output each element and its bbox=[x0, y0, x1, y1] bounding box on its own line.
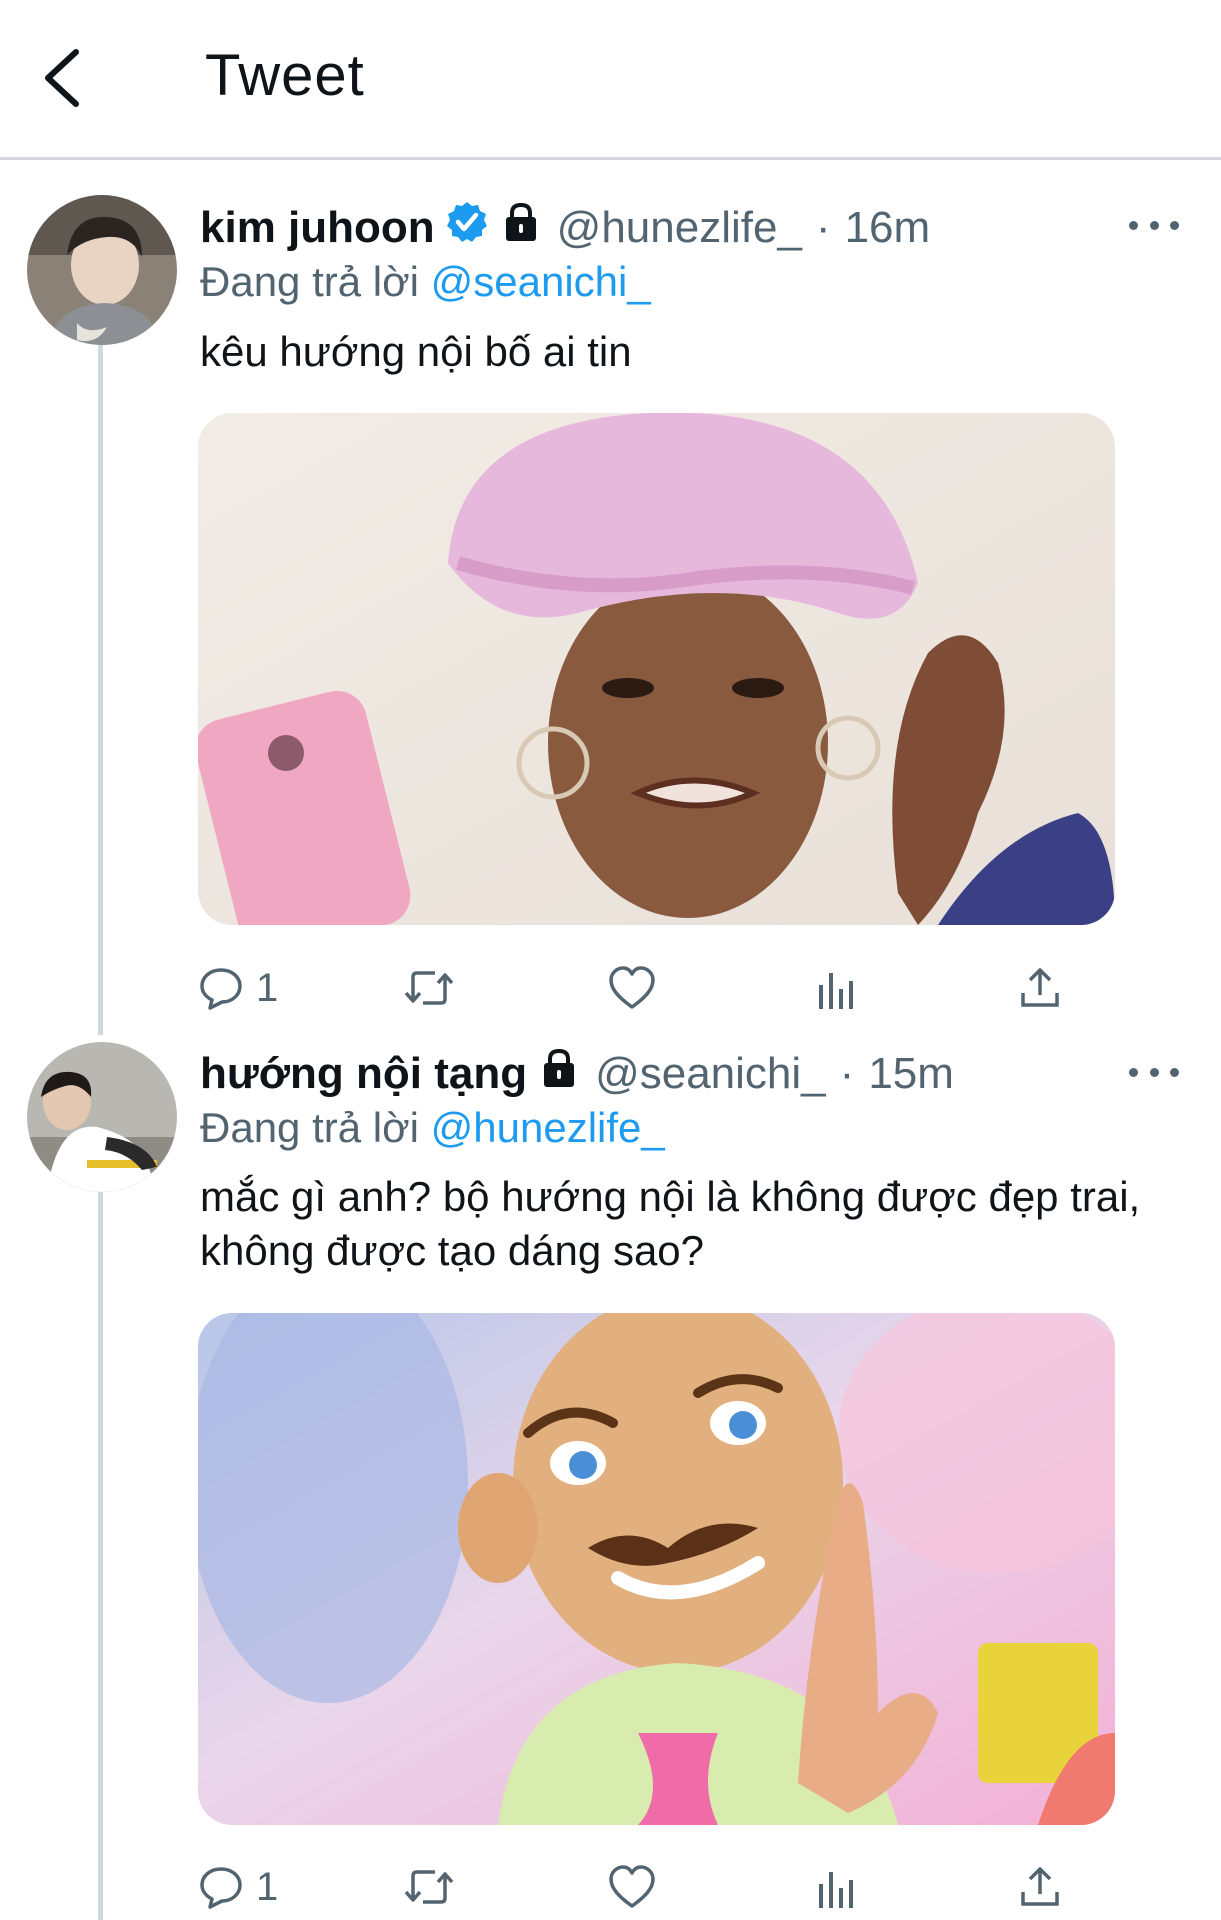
heart-icon bbox=[608, 965, 656, 1011]
display-name[interactable]: kim juhoon bbox=[200, 203, 435, 253]
tweet-actions: 1 bbox=[198, 1857, 1078, 1917]
verified-badge-icon bbox=[445, 200, 489, 255]
thread-connector-line bbox=[98, 345, 103, 1035]
reply-button[interactable]: 1 bbox=[198, 1857, 278, 1917]
like-button[interactable] bbox=[608, 958, 656, 1018]
lock-icon bbox=[537, 1046, 581, 1101]
thread-connector-line bbox=[98, 1190, 103, 1920]
display-name[interactable]: hướng nội tạng bbox=[200, 1049, 527, 1099]
replying-to: Đang trả lời @hunezlife_ bbox=[200, 1104, 665, 1152]
share-icon bbox=[1018, 1864, 1062, 1910]
like-button[interactable] bbox=[608, 1857, 656, 1917]
replying-prefix: Đang trả lời bbox=[200, 258, 419, 305]
analytics-button[interactable] bbox=[816, 1857, 856, 1917]
heart-icon bbox=[608, 1864, 656, 1910]
tweet-text: kêu hướng nội bố ai tin bbox=[200, 328, 632, 375]
analytics-icon bbox=[816, 1864, 856, 1910]
analytics-icon bbox=[816, 965, 856, 1011]
reply-count: 1 bbox=[256, 1864, 279, 1909]
reply-icon bbox=[198, 1864, 244, 1910]
handle[interactable]: @hunezlife_ bbox=[557, 203, 802, 253]
tweet-header: kim juhoon @hunezlife_ · 16m bbox=[200, 200, 930, 255]
replying-to: Đang trả lời @seanichi_ bbox=[200, 258, 651, 306]
retweet-button[interactable] bbox=[403, 958, 455, 1018]
share-button[interactable] bbox=[1018, 1857, 1062, 1917]
back-arrow-icon[interactable] bbox=[38, 46, 88, 110]
avatar[interactable] bbox=[27, 195, 177, 345]
reply-count: 1 bbox=[256, 965, 279, 1010]
tweet-media-image[interactable] bbox=[198, 413, 1115, 925]
retweet-icon bbox=[403, 965, 455, 1011]
page-title: Tweet bbox=[205, 43, 365, 108]
timestamp[interactable]: 15m bbox=[868, 1049, 954, 1099]
more-options-icon[interactable] bbox=[1129, 215, 1179, 235]
reply-button[interactable]: 1 bbox=[198, 958, 278, 1018]
more-options-icon[interactable] bbox=[1129, 1062, 1179, 1082]
tweet-actions: 1 bbox=[198, 958, 1078, 1018]
top-bar: Tweet bbox=[0, 0, 1221, 160]
handle[interactable]: @seanichi_ bbox=[595, 1049, 826, 1099]
timestamp[interactable]: 16m bbox=[845, 203, 931, 253]
reply-icon bbox=[198, 965, 244, 1011]
avatar[interactable] bbox=[27, 1042, 177, 1192]
share-button[interactable] bbox=[1018, 958, 1062, 1018]
replying-prefix: Đang trả lời bbox=[200, 1104, 419, 1151]
reply-mention-link[interactable]: @seanichi_ bbox=[431, 258, 651, 305]
lock-icon bbox=[499, 200, 543, 255]
separator: · bbox=[815, 202, 831, 252]
share-icon bbox=[1018, 965, 1062, 1011]
separator: · bbox=[839, 1048, 855, 1098]
back-button[interactable] bbox=[38, 46, 88, 110]
reply-mention-link[interactable]: @hunezlife_ bbox=[431, 1104, 665, 1151]
tweet-header: hướng nội tạng @seanichi_ · 15m bbox=[200, 1046, 954, 1101]
retweet-icon bbox=[403, 1864, 455, 1910]
tweet-text: mắc gì anh? bộ hướng nội là không được đ… bbox=[200, 1173, 1141, 1274]
tweet-media-image[interactable] bbox=[198, 1313, 1115, 1825]
retweet-button[interactable] bbox=[403, 1857, 455, 1917]
analytics-button[interactable] bbox=[816, 958, 856, 1018]
